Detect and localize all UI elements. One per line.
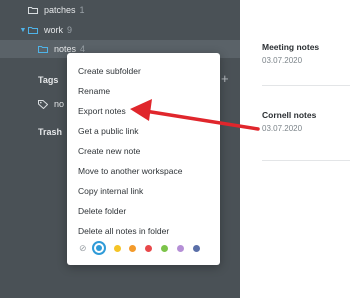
menu-item-delete-all-notes[interactable]: Delete all notes in folder <box>78 226 169 236</box>
notes-list: Meeting notes 03.07.2020 Cornell notes 0… <box>240 0 350 298</box>
note-date: 03.07.2020 <box>262 56 303 65</box>
menu-item-delete-folder[interactable]: Delete folder <box>78 206 126 216</box>
divider <box>262 85 350 86</box>
menu-item-create-note[interactable]: Create new note <box>78 146 140 156</box>
menu-item-public-link[interactable]: Get a public link <box>78 126 138 136</box>
folder-context-menu: Create subfolder Rename Export notes Get… <box>67 53 220 265</box>
add-tag-plus-icon[interactable]: + <box>221 71 229 86</box>
note-title: Meeting notes <box>262 42 320 52</box>
color-swatch[interactable] <box>161 245 168 252</box>
color-swatch[interactable] <box>129 245 136 252</box>
tags-heading: Tags <box>38 75 59 85</box>
folder-icon <box>28 6 38 14</box>
note-card[interactable]: Meeting notes 03.07.2020 <box>262 42 319 65</box>
menu-item-rename[interactable]: Rename <box>78 86 110 96</box>
note-title: Cornell notes <box>262 110 317 120</box>
no-color-icon[interactable]: ⊘ <box>79 243 87 254</box>
folder-icon <box>38 45 48 53</box>
tag-icon <box>38 100 48 109</box>
color-swatch[interactable] <box>193 245 200 252</box>
color-swatch[interactable] <box>177 245 184 252</box>
folder-count: 9 <box>67 25 73 35</box>
note-date: 03.07.2020 <box>262 124 303 133</box>
trash-heading[interactable]: Trash <box>38 127 62 137</box>
folder-label: patches <box>44 5 76 15</box>
note-card[interactable]: Cornell notes 03.07.2020 <box>262 110 316 133</box>
folder-patches[interactable]: patches 1 <box>28 2 85 18</box>
tag-label: no <box>54 99 65 109</box>
folder-work[interactable]: ▼ work 9 <box>18 22 73 38</box>
menu-item-copy-link[interactable]: Copy internal link <box>78 186 143 196</box>
folder-color-picker: ⊘ <box>79 241 219 256</box>
menu-item-export-notes[interactable]: Export notes <box>78 106 126 116</box>
caret-down-icon[interactable]: ▼ <box>18 27 28 34</box>
divider <box>262 160 350 161</box>
color-swatch-selected[interactable] <box>92 241 106 255</box>
menu-item-create-subfolder[interactable]: Create subfolder <box>78 66 141 76</box>
color-swatch[interactable] <box>145 245 152 252</box>
folder-count: 1 <box>79 5 85 15</box>
folder-label: work <box>44 25 64 35</box>
folder-icon <box>28 26 38 34</box>
menu-item-move-workspace[interactable]: Move to another workspace <box>78 166 182 176</box>
color-swatch[interactable] <box>114 245 121 252</box>
tag-item[interactable]: no <box>38 96 64 112</box>
